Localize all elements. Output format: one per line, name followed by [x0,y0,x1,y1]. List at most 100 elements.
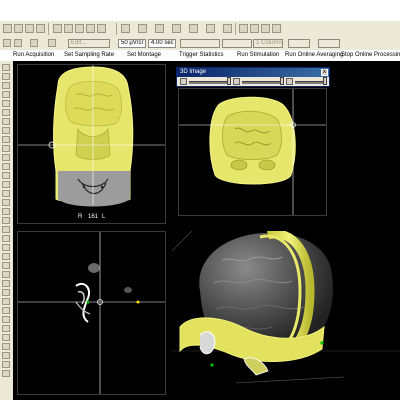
measure-tool-icon[interactable] [2,100,10,107]
electrode-tool-icon[interactable] [2,118,10,125]
label-tool-icon[interactable] [2,217,10,224]
slider-track-2 [242,81,282,84]
brain-tool-icon[interactable] [2,172,10,179]
paste-icon[interactable] [64,24,73,33]
camera-tool-icon[interactable] [2,244,10,251]
forward-icon[interactable] [48,39,56,47]
filter-icon[interactable] [155,24,164,33]
sagittal-view[interactable] [17,231,166,395]
map-tool-icon[interactable] [2,199,10,206]
filter-select[interactable] [180,39,220,48]
print-tool-icon[interactable] [2,262,10,269]
cursor-icon[interactable] [189,24,198,33]
stop-online-processing-command[interactable]: Stop Online Processing [341,51,400,60]
properties-icon[interactable] [36,24,45,33]
close-button[interactable]: x [321,69,328,76]
bold-icon[interactable] [3,39,11,47]
time-select[interactable]: 4.00 sec [148,39,176,48]
undo-icon[interactable] [86,24,95,33]
run-online-averaging-command[interactable]: Run Online Averaging [285,51,343,60]
3d-image-window[interactable]: 3D Image x [176,67,330,87]
source-tool-icon[interactable] [2,190,10,197]
surface-tool-icon[interactable] [2,154,10,161]
axial-view[interactable] [178,88,327,216]
left-toolbar [0,61,14,400]
brightness-icon[interactable] [286,78,293,85]
axial-slice-image [179,89,326,215]
record-icon[interactable] [272,24,281,33]
trigger-statistics-command[interactable]: Trigger Statistics [179,51,223,60]
grid-icon[interactable] [239,24,248,33]
head-tool-icon[interactable] [2,163,10,170]
edit-field[interactable]: Edit... [68,39,110,48]
grid-tool-icon[interactable] [2,208,10,215]
view-icon[interactable] [250,24,259,33]
set-sampling-rate-command[interactable]: Set Sampling Rate [64,51,114,60]
export-tool-icon[interactable] [2,253,10,260]
scale-select[interactable] [318,39,340,48]
zoom-tool-icon[interactable] [2,82,10,89]
slice-number: 161 [88,214,99,220]
threshold-tool-icon[interactable] [2,136,10,143]
transparency-tool-icon[interactable] [2,361,10,368]
color-select[interactable] [288,39,310,48]
list-icon[interactable] [14,39,22,47]
command-bar: Run Acquisition Set Sampling Rate Set Mo… [0,50,400,61]
light-tool-icon[interactable] [2,235,10,242]
reference-select[interactable] [222,39,252,48]
marker-icon[interactable] [138,24,147,33]
coronal-view[interactable]: R 161 L [17,64,166,224]
channel-icon[interactable] [206,24,215,33]
sagittal-slice-image [18,232,165,394]
slider-thumb-3[interactable] [323,77,327,85]
toolbar-separator [48,23,49,35]
map-icon[interactable] [223,24,232,33]
mesh-tool-icon[interactable] [2,334,10,341]
undo-tool-icon[interactable] [2,289,10,296]
delete-icon[interactable] [30,39,38,47]
segment-tool-icon[interactable] [2,145,10,152]
copy-icon[interactable] [53,24,62,33]
dipole-tool-icon[interactable] [2,181,10,188]
folder-icon[interactable] [14,24,23,33]
cut-icon[interactable] [75,24,84,33]
run-acquisition-command[interactable]: Run Acquisition [13,51,54,60]
save-icon[interactable] [25,24,34,33]
slider-thumb-2[interactable] [280,77,284,85]
toolbar-separator [116,23,117,35]
redo-tool-icon[interactable] [2,298,10,305]
redo-icon[interactable] [97,24,106,33]
title-area [0,0,400,21]
montage-icon[interactable] [121,24,130,33]
zoom-icon[interactable] [172,24,181,33]
settings-tool-icon[interactable] [2,280,10,287]
window-title: 3D Image [177,68,329,77]
open-file-icon[interactable] [3,24,12,33]
toolbar-separator [235,23,236,35]
reset-tool-icon[interactable] [2,307,10,314]
slider-thumb-1[interactable] [227,77,231,85]
info-tool-icon[interactable] [2,271,10,278]
volume-tool-icon[interactable] [2,343,10,350]
amplitude-select[interactable]: 50 µV/cr [118,39,146,48]
pan-tool-icon[interactable] [2,73,10,80]
marker-tool-icon[interactable] [2,109,10,116]
clip-tool-icon[interactable] [2,352,10,359]
image-icon[interactable] [180,78,187,85]
coronal-slice-image [18,65,165,207]
overlay-tool-icon[interactable] [2,316,10,323]
slice-tool-icon[interactable] [2,127,10,134]
select-tool-icon[interactable] [2,64,10,71]
3d-head-render [172,231,400,384]
set-montage-command[interactable]: Set Montage [127,51,161,60]
orientation-left-label: L [102,214,106,220]
columns-select[interactable]: 1 Column [253,39,283,48]
run-stimulation-command[interactable]: Run Stimulation [237,51,279,60]
color-tool-icon[interactable] [2,226,10,233]
contrast-icon[interactable] [233,78,240,85]
layout-icon[interactable] [261,24,270,33]
3d-view[interactable] [172,231,400,400]
contour-tool-icon[interactable] [2,325,10,332]
help-tool-icon[interactable] [2,370,10,377]
rotate-tool-icon[interactable] [2,91,10,98]
